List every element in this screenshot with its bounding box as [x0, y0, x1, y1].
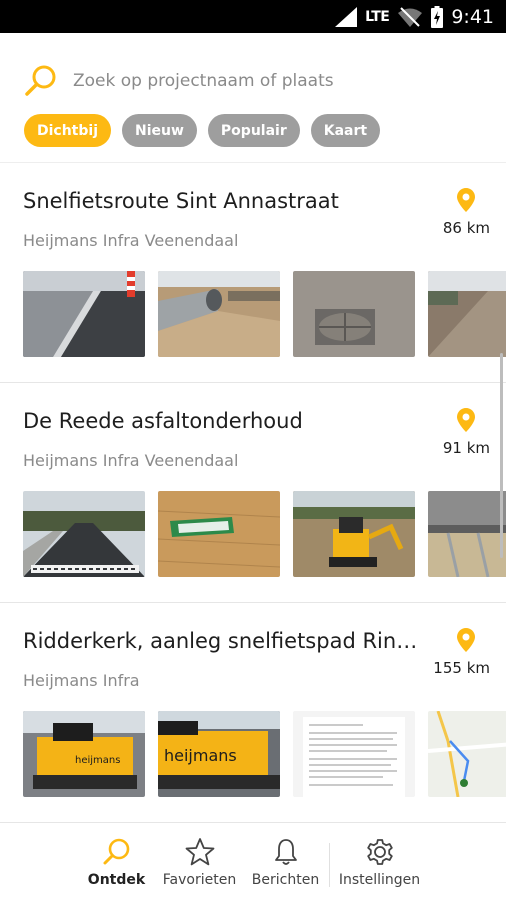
project-title: Snelfietsroute Sint Annastraat	[23, 189, 339, 213]
search-input[interactable]	[73, 67, 483, 95]
location-pin-icon	[457, 628, 475, 652]
scrollbar[interactable]	[500, 353, 503, 558]
map-photo[interactable]	[428, 711, 506, 797]
project-company: Heijmans Infra Veenendaal	[23, 451, 239, 470]
search-icon	[103, 838, 129, 865]
excavator-photo[interactable]	[293, 491, 415, 577]
project-card[interactable]: Snelfietsroute Sint Annastraat Heijmans …	[0, 163, 506, 383]
project-distance: 91 km	[442, 439, 490, 457]
document-photo[interactable]	[293, 711, 415, 797]
project-distance: 86 km	[442, 219, 490, 237]
chip-kaart[interactable]: Kaart	[310, 114, 381, 147]
signal-icon	[335, 6, 358, 27]
bell-icon	[274, 839, 297, 865]
bottom-navigation: Ontdek Favorieten Berichten Instellingen	[0, 822, 506, 900]
nav-instellingen[interactable]: Instellingen	[330, 823, 430, 900]
location-pin-icon	[457, 408, 475, 432]
heijmans-paver-photo[interactable]: heijmans	[158, 711, 280, 797]
chip-populair[interactable]: Populair	[207, 114, 300, 147]
project-card[interactable]: Ridderkerk, aanleg snelfietspad Ring… He…	[0, 603, 506, 822]
project-title: De Reede asfaltonderhoud	[23, 409, 303, 433]
nav-favorieten[interactable]: Favorieten	[157, 823, 243, 900]
search-bar	[0, 33, 506, 123]
project-title: Ridderkerk, aanleg snelfietspad Ring…	[23, 629, 423, 653]
star-icon	[185, 838, 214, 866]
nav-berichten[interactable]: Berichten	[243, 823, 329, 900]
nav-label: Instellingen	[338, 872, 421, 888]
project-card[interactable]: De Reede asfaltonderhoud Heijmans Infra …	[0, 383, 506, 603]
wifi-off-icon	[398, 6, 423, 27]
steel-formwork-photo[interactable]	[428, 491, 506, 577]
project-distance: 155 km	[433, 659, 490, 677]
drain-cover-photo[interactable]	[293, 271, 415, 357]
battery-charging-icon	[431, 5, 444, 28]
paver-machine-photo[interactable]: heijmans	[23, 711, 145, 797]
roadbed-photo[interactable]	[428, 271, 506, 357]
gear-icon	[366, 839, 393, 865]
filter-chips: Dichtbij Nieuw Populair Kaart	[24, 114, 381, 148]
photo-strip[interactable]	[23, 271, 506, 357]
svg-text:heijmans: heijmans	[75, 755, 120, 766]
project-company: Heijmans Infra	[23, 671, 140, 690]
search-icon[interactable]	[24, 63, 60, 99]
network-type: LTE	[365, 8, 390, 25]
new-asphalt-road-photo[interactable]	[23, 491, 145, 577]
clock: 9:41	[451, 5, 494, 28]
nav-label: Berichten	[251, 872, 320, 888]
project-company: Heijmans Infra Veenendaal	[23, 231, 239, 250]
chip-nieuw[interactable]: Nieuw	[122, 114, 197, 147]
chip-dichtbij[interactable]: Dichtbij	[24, 114, 111, 147]
project-list[interactable]: Snelfietsroute Sint Annastraat Heijmans …	[0, 162, 506, 822]
pipes-sand-photo[interactable]	[158, 271, 280, 357]
wood-sign-photo[interactable]	[158, 491, 280, 577]
nav-label: Ontdek	[87, 872, 146, 888]
nav-ontdek[interactable]: Ontdek	[77, 823, 157, 900]
heijmans-logo: heijmans	[164, 746, 237, 765]
photo-strip[interactable]: heijmans heijmans	[23, 711, 506, 797]
location-pin-icon	[457, 188, 475, 212]
nav-label: Favorieten	[162, 872, 237, 888]
photo-strip[interactable]	[23, 491, 506, 577]
status-bar: LTE 9:41	[0, 0, 506, 33]
road-curb-photo[interactable]	[23, 271, 145, 357]
